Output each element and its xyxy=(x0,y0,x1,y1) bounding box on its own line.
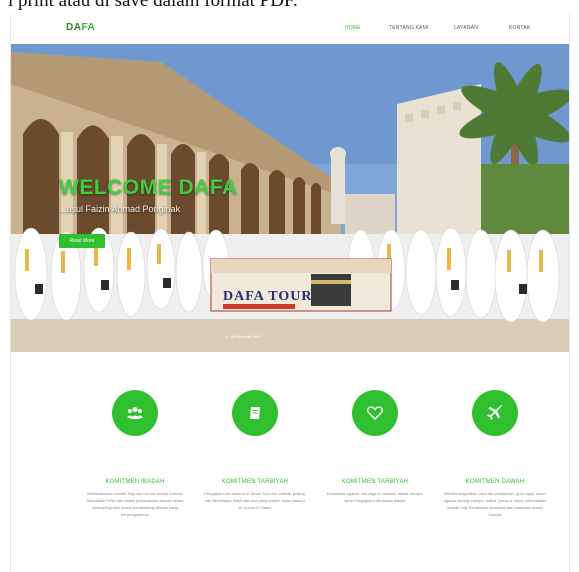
plane-icon xyxy=(487,405,502,420)
read-more-button[interactable]: Read More xyxy=(59,234,105,248)
feature-title: KOMITMEN TARBIYAH xyxy=(221,479,289,485)
hero-title: WELCOME DAFA xyxy=(59,176,238,199)
feature-description: Konsultasi Agama, keluarga & masalah akt… xyxy=(326,491,424,503)
banner-title: DAFA TOUR xyxy=(223,289,313,304)
book-icon xyxy=(250,407,260,419)
page-caption: l print atau di save dalam format PDF. xyxy=(8,0,298,11)
website-screenshot: DAFA HOME TENTANG KAMI LAYANAN KONTAK DA… xyxy=(10,14,570,572)
feature-description: Melaksanakan Ibadah Haji dan Umrah sesua… xyxy=(86,491,184,517)
heart-icon xyxy=(367,406,383,420)
feature-title: KOMITMEN DAWAH xyxy=(465,479,525,485)
navbar: DAFA HOME TENTANG KAMI LAYANAN KONTAK xyxy=(11,14,569,45)
nav-layanan[interactable]: LAYANAN xyxy=(454,25,478,31)
feature-title: KOMITMEN TARBIYAH xyxy=(341,479,409,485)
feature-icon-circle xyxy=(352,390,398,436)
feature-icon-circle xyxy=(112,390,158,436)
hero-subtitle: ...asul Faizin Ahmad Ponginak xyxy=(59,204,181,214)
feature-icon-circle xyxy=(472,390,518,436)
logo-prefix: DA xyxy=(66,22,82,33)
nav-home[interactable]: HOME xyxy=(345,25,361,31)
users-icon xyxy=(127,407,143,419)
feature-description: Pengajian rutin selama di Tanah Suci dan… xyxy=(204,491,306,510)
logo[interactable]: DAFA xyxy=(66,22,95,33)
banner-date: 8 - 16 Februari 2019 xyxy=(225,334,262,339)
logo-suffix: FA xyxy=(81,22,96,33)
features-section: KOMITMEN IBADAH Melaksanakan Ibadah Haji… xyxy=(11,352,569,572)
feature-description: Memberangkatkan para dai pedalaman, guru… xyxy=(443,491,547,517)
nav-tentang-kami[interactable]: TENTANG KAMI xyxy=(389,25,429,31)
hero-section: DAFA TOUR 8 - 16 Februari 2019 WELCOME D… xyxy=(11,44,569,352)
feature-title: KOMITMEN IBADAH xyxy=(105,479,165,485)
nav-kontak[interactable]: KONTAK xyxy=(509,25,530,31)
feature-icon-circle xyxy=(232,390,278,436)
